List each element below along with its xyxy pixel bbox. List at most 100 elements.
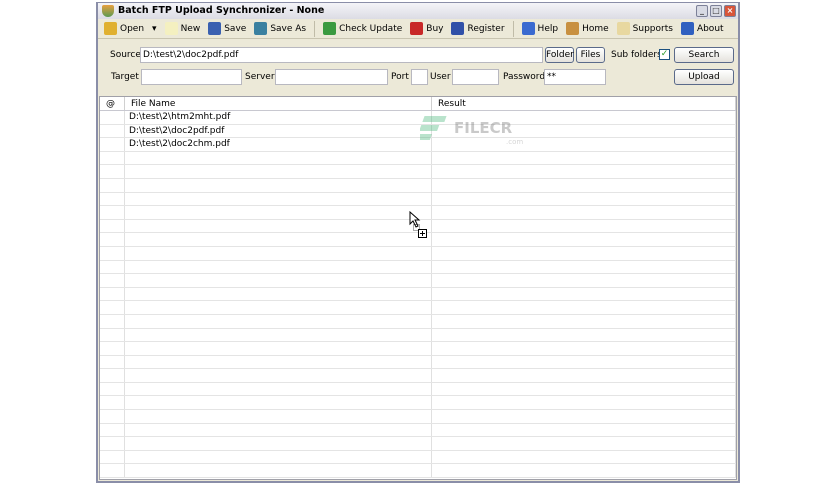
empty-cell: [432, 246, 736, 260]
subfolders-checkbox[interactable]: ✓: [659, 49, 670, 60]
empty-cell: [100, 287, 125, 301]
toolbar-label: Home: [582, 23, 609, 34]
open-dropdown-arrow-icon[interactable]: ▾: [152, 24, 157, 34]
empty-cell: [100, 382, 125, 396]
table-row[interactable]: [100, 192, 736, 207]
empty-cell: [100, 274, 125, 287]
table-row[interactable]: [100, 355, 736, 370]
toolbar-supports-button[interactable]: Supports: [616, 22, 673, 35]
empty-cell: [125, 328, 432, 342]
empty-cell: [432, 219, 736, 233]
table-row[interactable]: D:\test\2\doc2pdf.pdf: [100, 124, 736, 139]
row-file-name: D:\test\2\htm2mht.pdf: [125, 111, 432, 124]
row-status: [100, 111, 125, 124]
user-input[interactable]: [452, 69, 499, 85]
toolbar-help-button[interactable]: Help: [521, 22, 559, 35]
empty-cell: [100, 369, 125, 382]
new-file-icon: [164, 22, 178, 35]
column-header-status[interactable]: @: [100, 97, 125, 110]
toolbar-label: New: [180, 23, 201, 34]
toolbar-check-update-button[interactable]: Check Update: [323, 22, 402, 35]
toolbar-home-button[interactable]: Home: [566, 22, 609, 35]
table-row[interactable]: [100, 287, 736, 302]
empty-cell: [432, 342, 736, 355]
empty-cell: [100, 246, 125, 260]
empty-cell: [100, 165, 125, 178]
source-input[interactable]: D:\test\2\doc2pdf.pdf: [140, 47, 543, 63]
column-header-result[interactable]: Result: [432, 97, 736, 110]
empty-cell: [100, 423, 125, 437]
upload-button[interactable]: Upload: [674, 69, 734, 85]
target-input[interactable]: [141, 69, 242, 85]
file-list[interactable]: @ File Name Result D:\test\2\htm2mht.pdf…: [99, 96, 737, 480]
password-input[interactable]: **: [544, 69, 606, 85]
toolbar-new-button[interactable]: New: [164, 22, 201, 35]
table-row[interactable]: [100, 450, 736, 465]
empty-cell: [432, 314, 736, 328]
table-row[interactable]: [100, 274, 736, 288]
table-row[interactable]: [100, 178, 736, 193]
empty-cell: [100, 410, 125, 423]
empty-cell: [125, 287, 432, 301]
close-button[interactable]: ×: [724, 5, 736, 17]
empty-cell: [432, 396, 736, 410]
toolbar-label: Buy: [426, 23, 444, 34]
empty-cell: [125, 355, 432, 369]
table-row[interactable]: [100, 246, 736, 261]
source-label: Source: [110, 50, 141, 60]
table-row[interactable]: [100, 464, 736, 479]
empty-cell: [125, 151, 432, 165]
table-row[interactable]: [100, 328, 736, 343]
row-status: [100, 138, 125, 151]
toolbar-separator: [512, 20, 514, 37]
window-title: Batch FTP Upload Synchronizer - None: [118, 5, 325, 16]
empty-cell: [432, 450, 736, 464]
server-input[interactable]: [275, 69, 388, 85]
toolbar-about-button[interactable]: About: [680, 22, 724, 35]
toolbar-label: Save As: [270, 23, 307, 34]
table-row[interactable]: [100, 342, 736, 356]
column-header-file-name[interactable]: File Name: [125, 97, 432, 110]
empty-cell: [432, 382, 736, 396]
minimize-button[interactable]: _: [696, 5, 708, 17]
table-row[interactable]: [100, 396, 736, 411]
search-button[interactable]: Search: [674, 47, 734, 63]
table-row[interactable]: D:\test\2\doc2chm.pdf: [100, 138, 736, 152]
empty-cell: [432, 437, 736, 450]
empty-cell: [100, 328, 125, 342]
folder-button[interactable]: Folder: [545, 47, 574, 63]
files-button[interactable]: Files: [576, 47, 605, 63]
table-row[interactable]: [100, 165, 736, 179]
toolbar-label: Help: [537, 23, 559, 34]
empty-cell: [432, 151, 736, 165]
table-row[interactable]: [100, 437, 736, 451]
table-row[interactable]: [100, 410, 736, 424]
table-row[interactable]: [100, 382, 736, 397]
table-row[interactable]: [100, 151, 736, 166]
empty-cell: [100, 219, 125, 233]
empty-cell: [125, 369, 432, 382]
maximize-button[interactable]: □: [710, 5, 722, 17]
toolbar-register-button[interactable]: Register: [451, 22, 505, 35]
empty-cell: [100, 151, 125, 165]
table-row[interactable]: [100, 423, 736, 438]
toolbar-save-as-button[interactable]: Save As: [254, 22, 306, 35]
empty-cell: [100, 301, 125, 314]
empty-cell: [100, 355, 125, 369]
open-folder-icon: [104, 22, 117, 35]
toolbar-open-button[interactable]: Open: [104, 22, 144, 35]
table-row[interactable]: [100, 260, 736, 275]
empty-cell: [125, 246, 432, 260]
table-row[interactable]: [100, 314, 736, 329]
table-row[interactable]: D:\test\2\htm2mht.pdf: [100, 111, 736, 125]
empty-cell: [125, 165, 432, 178]
empty-cell: [432, 165, 736, 178]
toolbar-label: Register: [467, 23, 505, 34]
table-row[interactable]: [100, 301, 736, 315]
port-input[interactable]: [411, 69, 428, 85]
toolbar-buy-button[interactable]: Buy: [410, 22, 443, 35]
empty-cell: [125, 464, 432, 478]
toolbar-save-button[interactable]: Save: [208, 22, 246, 35]
empty-cell: [100, 464, 125, 478]
table-row[interactable]: [100, 369, 736, 383]
